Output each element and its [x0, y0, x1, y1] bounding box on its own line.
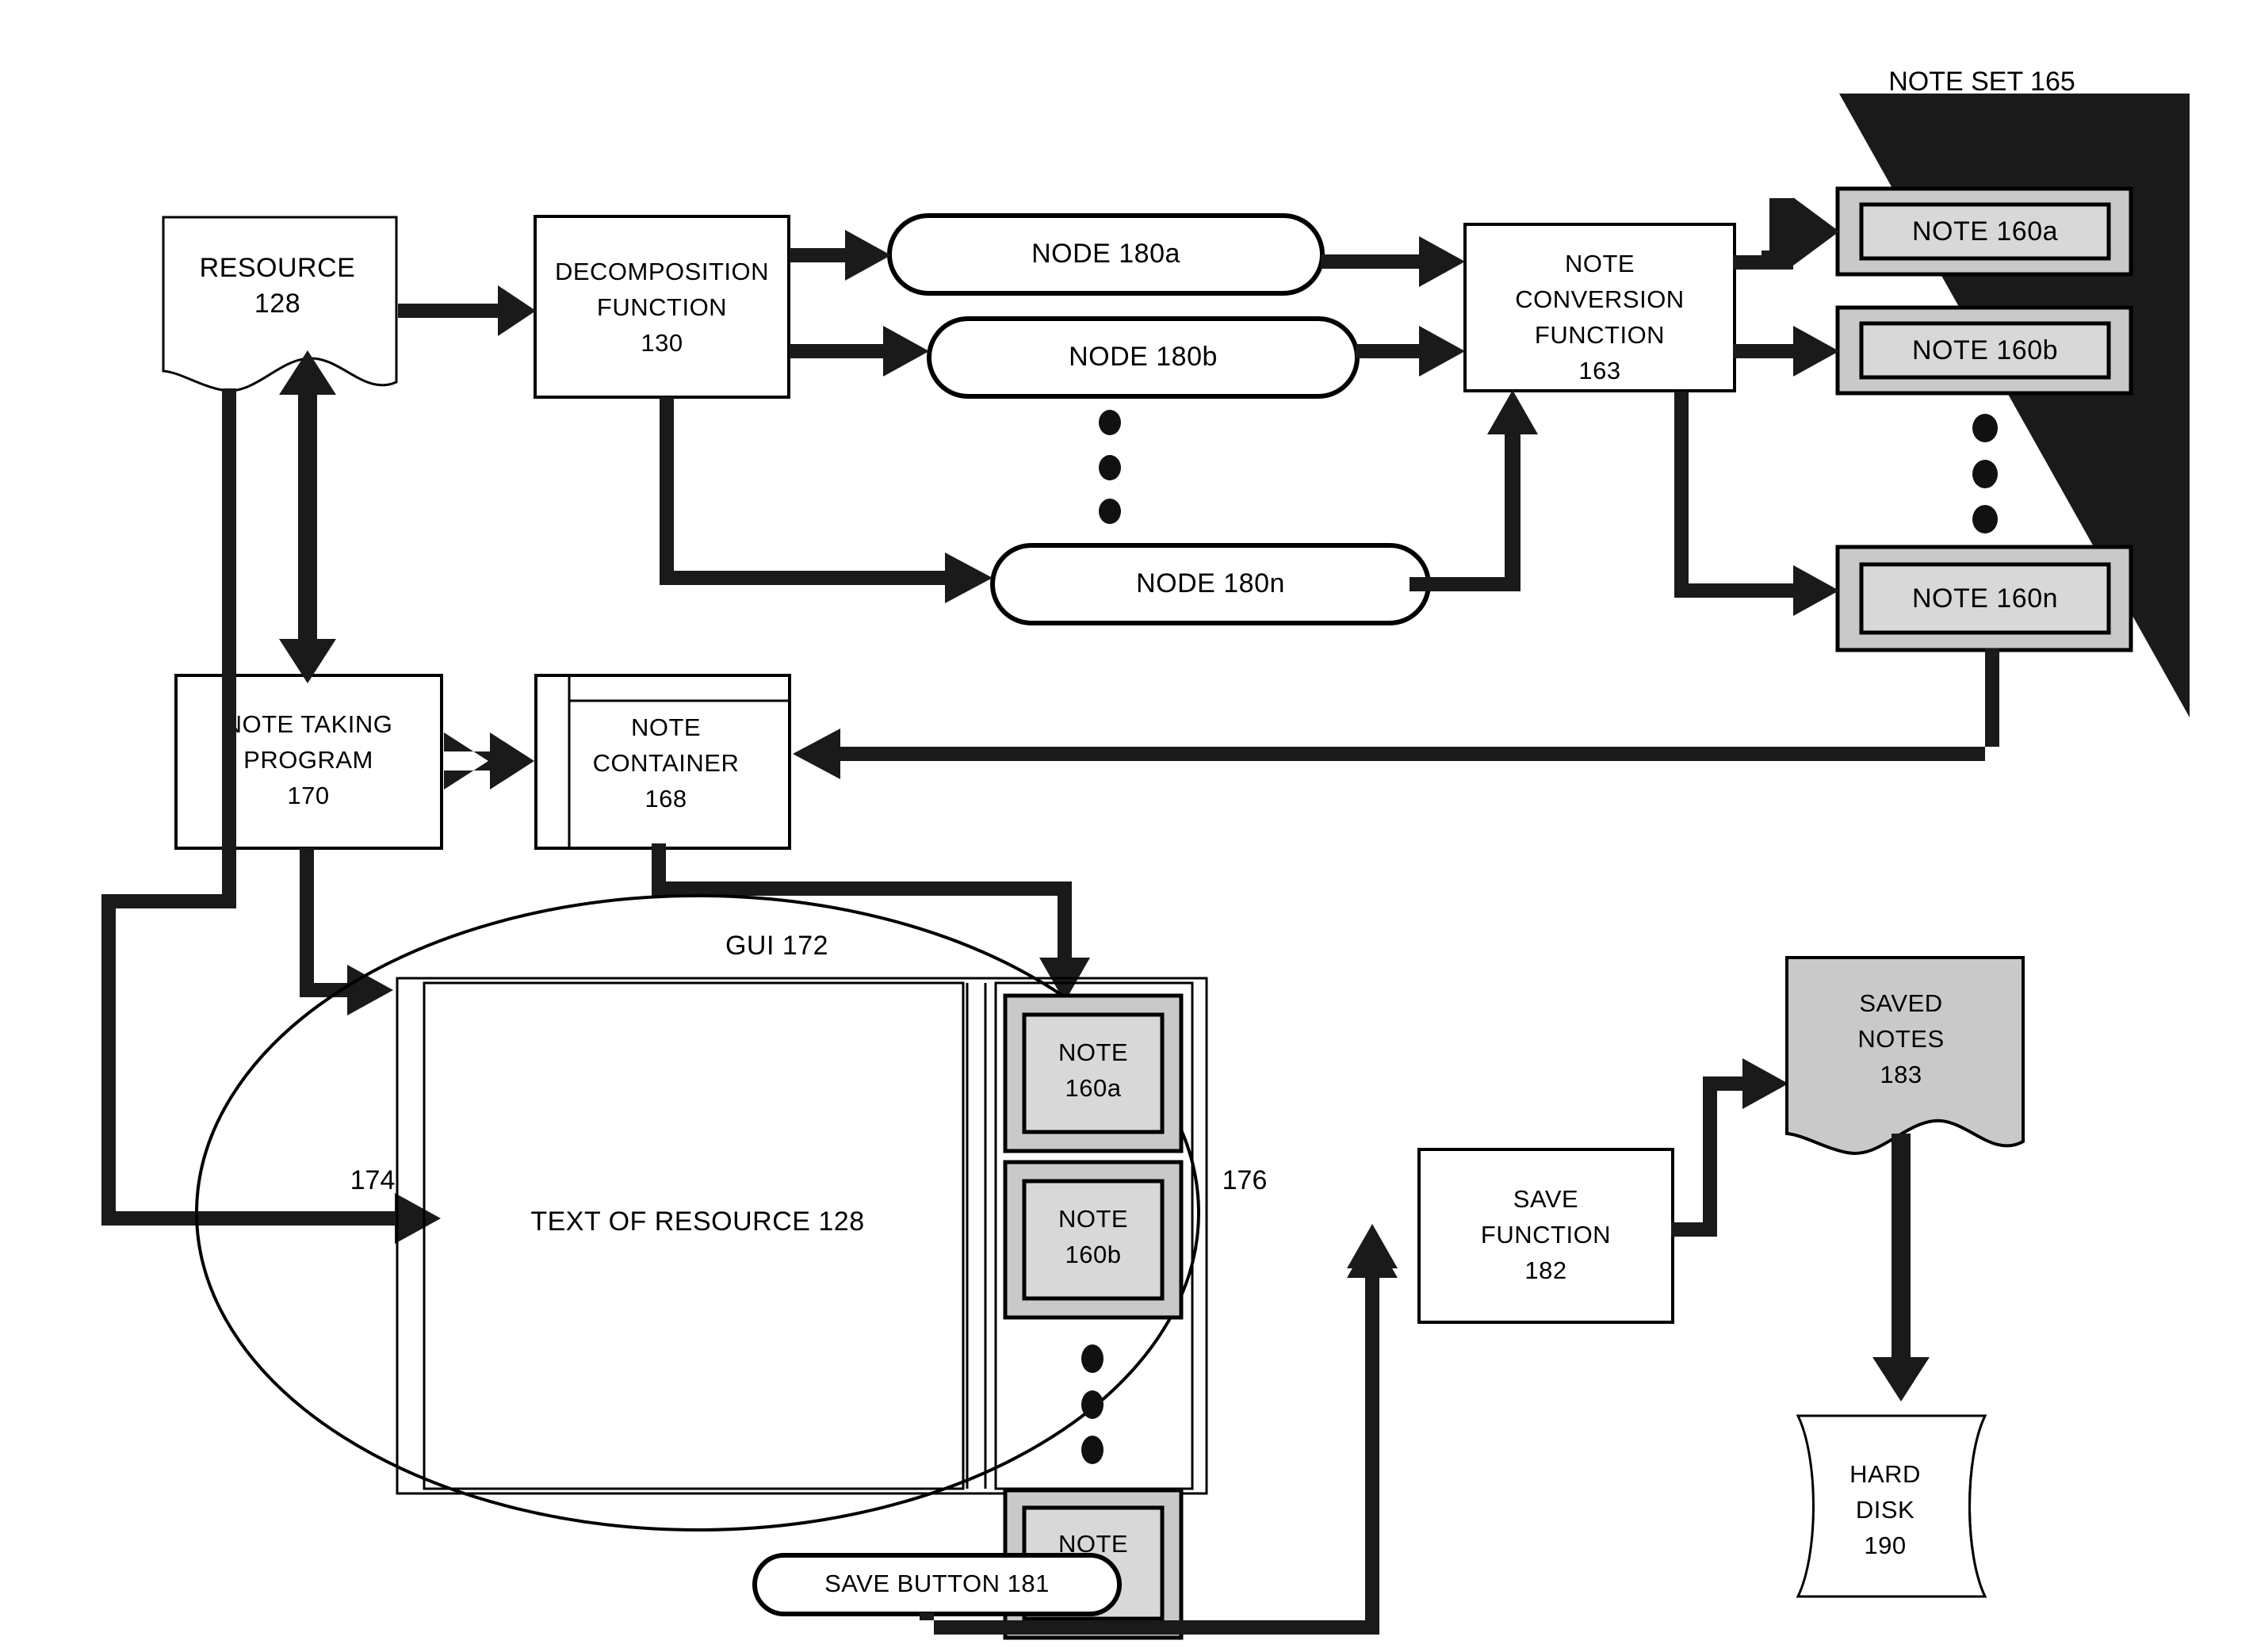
saved-notes-label-line3: 183: [1880, 1061, 1922, 1088]
note-160a-label: NOTE 160a: [1912, 216, 2058, 247]
text-pane-ref: 174: [350, 1165, 396, 1195]
note-160b-label: NOTE 160b: [1912, 335, 2058, 365]
node-ellipsis-dots: [1099, 410, 1121, 524]
save-function-label-line1: SAVE: [1513, 1185, 1578, 1213]
node-180n-label: NODE 180n: [1136, 568, 1285, 598]
arrow-conversion-to-note-160n: [1674, 392, 1839, 616]
saved-notes-node: [1785, 956, 2025, 1155]
arrow-node-180a-to-conversion: [1321, 236, 1465, 287]
gui-note-160b[interactable]: [1003, 1160, 1184, 1320]
arrow-resource-to-decomposition: [398, 285, 536, 336]
hard-disk-label-line2: DISK: [1856, 1496, 1914, 1524]
note-taking-label-line1: NOTE TAKING: [224, 710, 393, 738]
note-container-label-line1: NOTE: [631, 713, 701, 741]
gui-note-160a-label-line1: NOTE: [1058, 1038, 1128, 1066]
arrow-node-180n-to-conversion: [1410, 390, 1538, 591]
arrow-decomposition-to-node-180n: [660, 397, 993, 603]
save-button-label: SAVE BUTTON 181: [824, 1570, 1050, 1597]
arrow-decomposition-to-node-180b: [790, 326, 929, 377]
node-180a-label: NODE 180a: [1031, 239, 1180, 269]
gui-note-160a-label-line2: 160a: [1065, 1074, 1122, 1102]
resource-label-line2: 128: [254, 289, 300, 319]
arrow-conversion-to-note-160b: [1733, 326, 1839, 377]
arrow-resource-program-bidirectional: [279, 350, 336, 683]
hard-disk-label-line1: HARD: [1849, 1460, 1921, 1488]
note-conversion-label-line1: NOTE: [1565, 250, 1635, 277]
gui-note-ellipsis-dots: [1081, 1344, 1104, 1464]
arrow-save-function-to-saved-notes: [1671, 1058, 1788, 1237]
note-conversion-label-line4: 163: [1578, 357, 1620, 384]
resource-label-line1: RESOURCE: [200, 253, 356, 283]
arrow-program-container-bidirectional: [444, 732, 534, 790]
arrow-notes-to-container: [793, 648, 1999, 779]
hard-disk-label-line3: 190: [1864, 1532, 1906, 1559]
decomposition-label-line3: 130: [641, 329, 683, 357]
saved-notes-label-line1: SAVED: [1859, 989, 1942, 1017]
note-set-label: NOTE SET 165: [1888, 67, 2075, 97]
gui-note-160b-label-line2: 160b: [1065, 1241, 1122, 1268]
note-taking-label-line3: 170: [287, 782, 329, 809]
save-function-label-line2: FUNCTION: [1481, 1221, 1611, 1249]
note-conversion-label-line3: FUNCTION: [1535, 321, 1665, 349]
note-taking-label-line2: PROGRAM: [243, 746, 373, 774]
decomposition-label-line2: FUNCTION: [597, 293, 727, 321]
note-pane-ref: 176: [1222, 1165, 1268, 1195]
node-180b-label: NODE 180b: [1069, 342, 1218, 372]
saved-notes-label-line2: NOTES: [1857, 1025, 1944, 1053]
gui-note-160a[interactable]: [1003, 993, 1184, 1153]
gui-label: GUI 172: [725, 931, 828, 961]
gui-text-content: TEXT OF RESOURCE 128: [530, 1206, 864, 1237]
note-container-label-line3: 168: [645, 785, 687, 813]
arrow-node-180b-to-conversion: [1356, 326, 1465, 377]
note-container-label-line2: CONTAINER: [593, 749, 740, 777]
note-conversion-label-line2: CONVERSION: [1515, 285, 1684, 313]
arrow-program-to-gui: [300, 848, 393, 1015]
decomposition-label-line1: DECOMPOSITION: [555, 258, 769, 285]
arrow-saved-notes-to-hard-disk: [1872, 1134, 1930, 1402]
patent-figure: NOTE SET 165 RESOURCE 128 DECOMPOSITION …: [0, 0, 2253, 1652]
save-function-label-line3: 182: [1524, 1256, 1566, 1284]
note-160n-label: NOTE 160n: [1912, 583, 2058, 614]
arrow-decomposition-to-node-180a: [790, 230, 891, 281]
note-ellipsis-dots-right: [1972, 414, 1998, 533]
arrow-conversion-to-note-160a: [1733, 197, 1839, 270]
gui-note-160b-label-line1: NOTE: [1058, 1205, 1128, 1233]
